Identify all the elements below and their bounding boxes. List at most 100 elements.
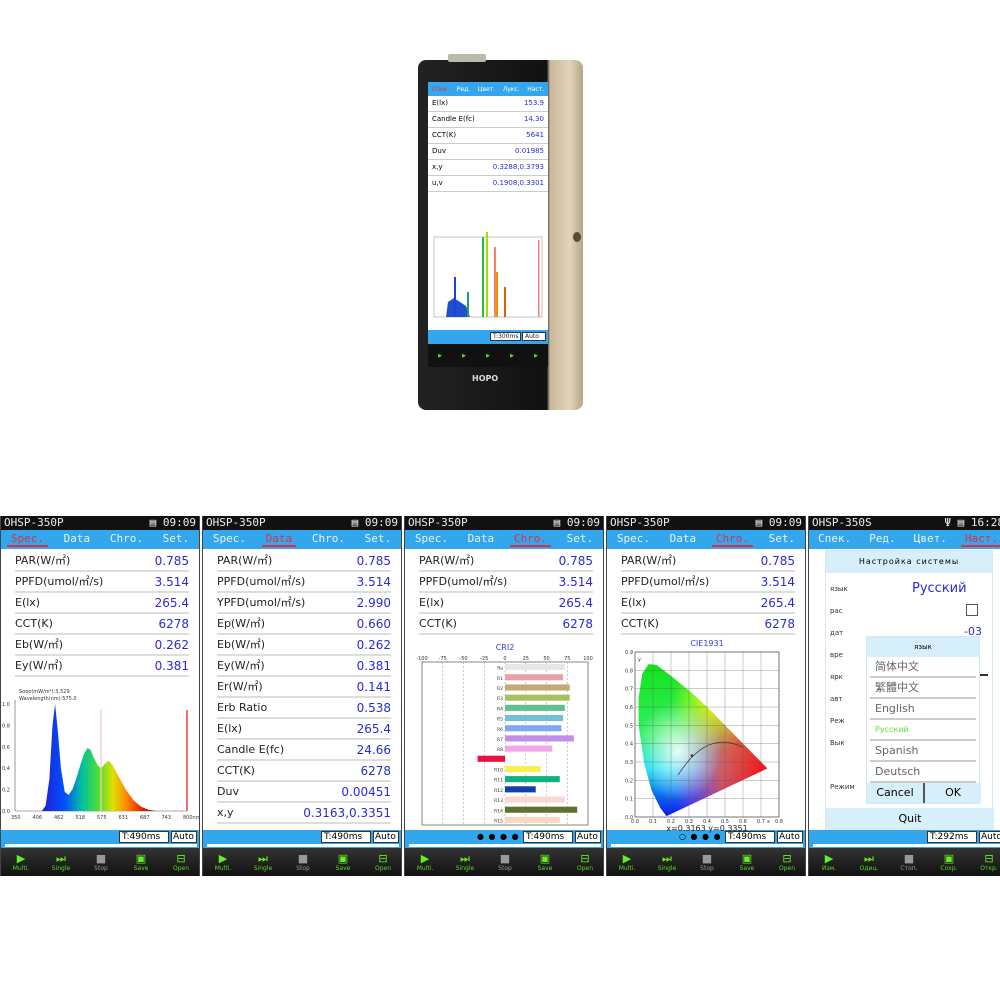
skip-forward-button[interactable]: ⏭ Одиц. — [852, 852, 886, 872]
save-button[interactable]: ▣ Save — [326, 852, 360, 872]
tab-chro[interactable]: Chro. — [711, 532, 753, 547]
play-button[interactable]: ▶ Изм. — [812, 852, 846, 872]
auto-button[interactable]: Auto — [171, 831, 197, 843]
ok-button[interactable]: OK — [925, 783, 981, 803]
device-tab[interactable]: Спек. — [432, 86, 449, 93]
integration-time[interactable]: T:300ms — [490, 332, 522, 341]
data-row: Ep(W/㎡) 0.660 — [217, 614, 391, 635]
stop-button[interactable]: ■ Стоп. — [892, 852, 926, 872]
row-label: PAR(W/㎡) — [217, 554, 273, 567]
tab-chro[interactable]: Chro. — [308, 532, 349, 547]
button-label: Save — [537, 865, 553, 872]
play-button[interactable]: ▶ Multi. — [4, 852, 38, 872]
stop-button[interactable]: ■ Stop — [488, 852, 522, 872]
save-icon: ▣ — [539, 852, 551, 865]
row-value: 0.785 — [760, 554, 795, 568]
row-value: 3.514 — [154, 575, 189, 589]
skip-forward-button[interactable]: ⏭ Single — [246, 852, 280, 872]
status-right: ▤ 09:09 — [150, 516, 196, 530]
open-folder-button[interactable]: ⊟ Open — [770, 852, 804, 872]
clock: 09:09 — [768, 516, 802, 529]
play-button[interactable]: ▶ Multi. — [610, 852, 644, 872]
stop-button[interactable]: ■ Stop — [286, 852, 320, 872]
open-folder-button[interactable]: ⊟ Open — [568, 852, 602, 872]
integration-time[interactable]: T:292ms — [927, 831, 977, 843]
skip-forward-icon[interactable]: ▶ — [462, 353, 466, 359]
setting-label: Вык — [830, 739, 845, 747]
tab-set[interactable]: Set. — [765, 532, 800, 547]
device-tab[interactable]: Наст. — [527, 86, 544, 93]
checkbox[interactable] — [966, 604, 978, 616]
tab-chro[interactable]: Chro. — [509, 532, 551, 547]
save-icon[interactable]: ▶ — [510, 353, 514, 359]
chart-title: CRI2 — [496, 643, 515, 652]
play-icon[interactable]: ▶ — [438, 353, 442, 359]
integration-time[interactable]: T:490ms — [321, 831, 371, 843]
save-button[interactable]: ▣ Сохр. — [932, 852, 966, 872]
open-folder-icon[interactable]: ▶ — [534, 353, 538, 359]
tab-spec[interactable]: Spec. — [411, 532, 452, 547]
play-icon: ▶ — [622, 852, 632, 865]
play-button[interactable]: ▶ Multi. — [206, 852, 240, 872]
cancel-button[interactable]: Cancel — [867, 783, 925, 803]
dialog-title: язык — [867, 637, 979, 657]
skip-forward-button[interactable]: ⏭ Single — [650, 852, 684, 872]
integration-time[interactable]: T:490ms — [119, 831, 169, 843]
play-button[interactable]: ▶ Multi. — [408, 852, 442, 872]
tab-spec[interactable]: Spec. — [613, 532, 654, 547]
stop-button[interactable]: ■ Stop — [84, 852, 118, 872]
language-value[interactable]: Русский — [912, 581, 967, 596]
cri-bar-ra — [505, 664, 565, 671]
tab-0[interactable]: Спек. — [814, 532, 855, 547]
toolbar: ▶ Multi. ⏭ Single ■ Stop ▣ Save ⊟ Open — [1, 848, 199, 876]
auto-button[interactable]: Auto — [373, 831, 399, 843]
tab-1[interactable]: Ред. — [865, 532, 900, 547]
skip-forward-button[interactable]: ⏭ Single — [44, 852, 78, 872]
tab-data[interactable]: Data — [666, 532, 701, 547]
y-tick-label: 0.7 — [625, 687, 633, 693]
x-tick-label: 0.7 — [757, 819, 765, 825]
auto-button[interactable]: Auto — [522, 332, 546, 341]
skip-forward-button[interactable]: ⏭ Single — [448, 852, 482, 872]
tab-set[interactable]: Set. — [159, 532, 194, 547]
tab-data[interactable]: Data — [261, 532, 297, 547]
stop-button[interactable]: ■ Stop — [690, 852, 724, 872]
device-tab[interactable]: Цвет. — [478, 86, 495, 93]
x-tick-label: 50 — [543, 656, 549, 662]
tab-3[interactable]: Наст. — [960, 532, 1000, 547]
x-tick-label: -75 — [439, 656, 447, 662]
language-option[interactable]: Русский — [870, 720, 976, 741]
settings-title: Настройка системы — [826, 551, 992, 573]
tab-2[interactable]: Цвет. — [910, 532, 951, 547]
x-tick-label: 406 — [33, 815, 43, 821]
tab-data[interactable]: Data — [464, 532, 499, 547]
device-tab[interactable]: Ред. — [457, 86, 470, 93]
tab-chro[interactable]: Chro. — [106, 532, 147, 547]
stop-icon[interactable]: ▶ — [486, 353, 490, 359]
cri-bar-r12 — [505, 786, 536, 793]
auto-button[interactable]: Auto — [979, 831, 1000, 843]
save-button[interactable]: ▣ Save — [528, 852, 562, 872]
language-option[interactable]: Spanish — [870, 741, 976, 762]
open-folder-icon: ⊟ — [782, 852, 792, 865]
quit-button[interactable]: Quit — [826, 808, 994, 830]
language-option[interactable]: Deutsch — [870, 762, 976, 783]
save-button[interactable]: ▣ Save — [124, 852, 158, 872]
x-tick-label: 518 — [76, 815, 86, 821]
tab-set[interactable]: Set. — [563, 532, 598, 547]
device-toolbar: ▶ ▶ ▶ ▶ ▶ — [428, 344, 548, 367]
device-tab[interactable]: Лукс. — [503, 86, 520, 93]
tab-set[interactable]: Set. — [361, 532, 396, 547]
tab-data[interactable]: Data — [60, 532, 95, 547]
row-label: PAR(W/㎡) — [419, 554, 475, 567]
language-option[interactable]: English — [870, 699, 976, 720]
language-option[interactable]: 繁體中文 — [870, 678, 976, 699]
open-folder-button[interactable]: ⊟ Open — [164, 852, 198, 872]
open-folder-icon: ⊟ — [378, 852, 388, 865]
open-folder-button[interactable]: ⊟ Откр. — [972, 852, 1000, 872]
tab-spec[interactable]: Spec. — [6, 532, 48, 547]
open-folder-button[interactable]: ⊟ Open — [366, 852, 400, 872]
save-button[interactable]: ▣ Save — [730, 852, 764, 872]
language-option[interactable]: 简体中文 — [870, 657, 976, 678]
tab-spec[interactable]: Spec. — [209, 532, 250, 547]
